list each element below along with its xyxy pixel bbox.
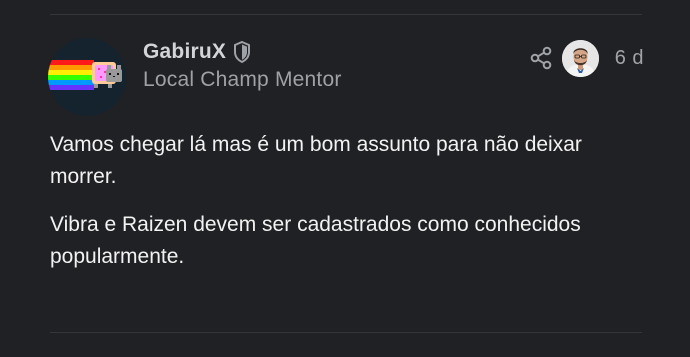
reply-user-avatar[interactable] (561, 39, 599, 77)
user-avatar[interactable] (48, 38, 126, 116)
post-paragraph: Vibra e Raizen devem ser cadastrados com… (50, 213, 581, 268)
post-meta: 6 d (530, 38, 644, 78)
post-paragraph: Vamos chegar lá mas é um bom assunto par… (50, 133, 582, 188)
user-info: GabiruX Local Champ Mentor (143, 38, 342, 92)
share-icon (530, 46, 551, 70)
shield-icon (232, 40, 252, 64)
username-link[interactable]: GabiruX (143, 40, 226, 64)
username-row: GabiruX (143, 38, 342, 66)
forum-post: GabiruX Local Champ Mentor 6 d Vamos che… (0, 0, 690, 357)
post-body: Vamos chegar lá mas é um bom assunto par… (50, 129, 650, 289)
user-title: Local Champ Mentor (143, 68, 342, 91)
bottom-divider (50, 332, 642, 333)
nyan-cat-avatar-image (48, 38, 126, 116)
share-button[interactable] (530, 46, 552, 70)
post-date[interactable]: 6 d (615, 47, 644, 70)
